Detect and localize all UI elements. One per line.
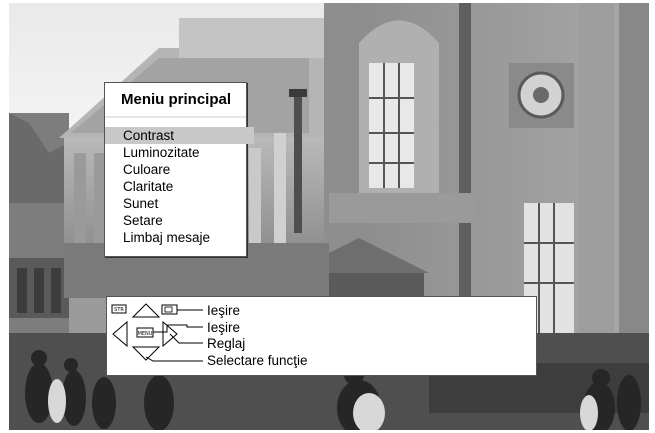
help-label-exit-menu: Ieşire (207, 320, 241, 335)
up-arrow-icon[interactable] (131, 303, 161, 318)
help-label-adjust: Reglaj (207, 336, 246, 351)
exit-key-icon[interactable] (161, 304, 178, 315)
menu-item-sunet[interactable]: Sunet (105, 195, 255, 212)
str-key-icon: STR (111, 304, 127, 314)
remote-keys-diagram: STR MENU (111, 303, 203, 362)
menu-item-contrast[interactable]: Contrast (105, 127, 254, 144)
menu-item-culoare[interactable]: Culoare (105, 161, 255, 178)
menu-list: Contrast Luminozitate Culoare Claritate … (105, 127, 255, 246)
remote-help-panel: STR MENU Ieşire Ieşire Reglaj Selectare … (106, 296, 537, 376)
main-menu-panel: Meniu principal Contrast Luminozitate Cu… (104, 82, 254, 257)
menu-item-limbaj-mesaje[interactable]: Limbaj mesaje (105, 229, 255, 246)
left-arrow-icon[interactable] (112, 320, 128, 348)
menu-item-setare[interactable]: Setare (105, 212, 255, 229)
menu-key-text: MENU (138, 331, 153, 337)
tv-screen: Meniu principal Contrast Luminozitate Cu… (0, 0, 655, 433)
menu-title: Meniu principal (121, 91, 232, 108)
down-arrow-icon[interactable] (131, 346, 161, 361)
menu-divider (105, 116, 246, 118)
str-key-text: STR (114, 307, 124, 313)
help-label-exit-str: Ieşire (207, 303, 241, 318)
menu-key-icon[interactable]: MENU (136, 327, 154, 338)
help-label-select: Selectare funcţie (207, 353, 308, 368)
menu-item-luminozitate[interactable]: Luminozitate (105, 144, 255, 161)
menu-item-claritate[interactable]: Claritate (105, 178, 255, 195)
